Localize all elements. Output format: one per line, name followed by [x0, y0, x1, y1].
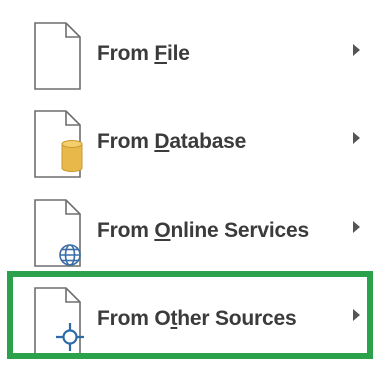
- chevron-right-icon: [350, 307, 362, 323]
- globe-document-icon: [32, 197, 84, 269]
- chevron-right-icon: [350, 219, 362, 235]
- database-document-icon: [32, 108, 84, 180]
- connector-document-icon: [32, 285, 84, 357]
- database-icon: [61, 140, 83, 172]
- get-external-data-menu: From File From Database From Online Serv…: [0, 0, 380, 365]
- globe-icon: [59, 244, 81, 266]
- menu-item-from-other-sources[interactable]: From Other Sources: [12, 281, 372, 361]
- menu-item-from-database[interactable]: From Database: [12, 104, 372, 184]
- menu-item-label: From Other Sources: [97, 307, 297, 330]
- menu-item-label: From Online Services: [97, 219, 309, 242]
- menu-item-from-file[interactable]: From File: [12, 16, 372, 96]
- chevron-right-icon: [350, 130, 362, 146]
- menu-item-label: From File: [97, 42, 190, 65]
- menu-item-label: From Database: [97, 130, 247, 153]
- chevron-right-icon: [350, 42, 362, 58]
- document-icon: [32, 20, 84, 92]
- menu-item-from-online-services[interactable]: From Online Services: [12, 193, 372, 273]
